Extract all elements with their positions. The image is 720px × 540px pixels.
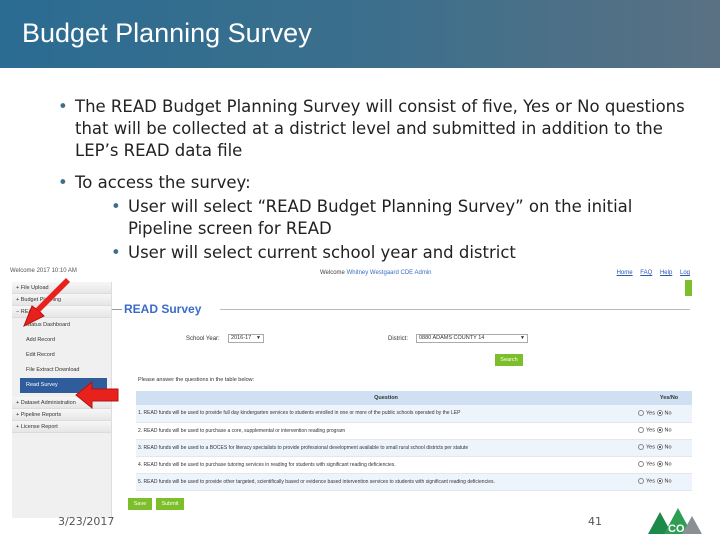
sidebar-item-pipeline-reports[interactable]: + Pipeline Reports bbox=[12, 409, 111, 421]
sidebar-subitem-add-record[interactable]: Add Record bbox=[12, 333, 111, 348]
search-button[interactable]: Search bbox=[495, 354, 523, 366]
sidebar-item-label: License Report bbox=[20, 424, 58, 430]
yes-radio[interactable] bbox=[638, 444, 644, 451]
sidebar-subitem-file-extract[interactable]: File Extract Download bbox=[12, 363, 111, 378]
app-header: Welcome 2017 10:10 AM Welcome Whitney We… bbox=[10, 266, 692, 280]
sidebar-subitem-edit-record[interactable]: Edit Record bbox=[12, 348, 111, 363]
yesno-cell: Yes No bbox=[636, 473, 692, 491]
chevron-down-icon: ▼ bbox=[520, 335, 525, 341]
school-year-label: School Year: bbox=[186, 336, 220, 342]
save-button[interactable]: Save bbox=[128, 498, 152, 510]
sub-bullet-item: User will select “READ Budget Planning S… bbox=[111, 196, 698, 240]
yes-radio[interactable] bbox=[638, 478, 644, 485]
welcome-text: Welcome Whitney Westgaard CDE Admin bbox=[320, 270, 432, 276]
question-text: 4. READ funds will be used to purchase t… bbox=[136, 456, 636, 474]
login-info: Welcome 2017 10:10 AM bbox=[10, 268, 77, 274]
bullet-text: To access the survey: bbox=[75, 173, 251, 192]
bullet-list: The READ Budget Planning Survey will con… bbox=[58, 96, 698, 264]
red-arrow-icon bbox=[23, 278, 70, 328]
district-select[interactable]: 0880 ADAMS COUNTY 14 ▼ bbox=[416, 334, 528, 343]
question-header: Question bbox=[136, 391, 636, 405]
district-value: 0880 ADAMS COUNTY 14 bbox=[419, 335, 485, 341]
yes-label: Yes bbox=[646, 410, 655, 417]
help-link[interactable]: Help bbox=[660, 270, 672, 276]
welcome-user: Whitney Westgaard CDE Admin bbox=[346, 270, 432, 276]
question-text: 3. READ funds will be used to a BOCES fo… bbox=[136, 439, 636, 457]
slide-title: Budget Planning Survey bbox=[22, 18, 312, 48]
school-year-value: 2016-17 bbox=[231, 335, 252, 341]
yesno-cell: Yes No bbox=[636, 456, 692, 474]
yesno-cell: Yes No bbox=[636, 422, 692, 440]
welcome-prefix: Welcome bbox=[320, 270, 345, 276]
slide-title-bar: Budget Planning Survey bbox=[0, 0, 720, 68]
no-label: No bbox=[664, 427, 672, 434]
yesno-cell: Yes No bbox=[636, 405, 692, 423]
table-row: 4. READ funds will be used to purchase t… bbox=[136, 456, 692, 474]
submit-button[interactable]: Submit bbox=[156, 498, 184, 510]
sub-bullet-item: User will select current school year and… bbox=[111, 242, 698, 264]
question-text: 1. READ funds will be used to provide fu… bbox=[136, 405, 636, 423]
no-label: No bbox=[664, 478, 672, 485]
red-arrow-icon bbox=[75, 380, 119, 410]
yes-radio[interactable] bbox=[638, 427, 644, 434]
no-radio[interactable] bbox=[656, 410, 663, 417]
chevron-down-icon: ▼ bbox=[256, 335, 261, 341]
panel-divider bbox=[220, 309, 690, 310]
no-radio[interactable] bbox=[656, 461, 663, 468]
panel-divider bbox=[112, 309, 122, 310]
table-row: 2. READ funds will be used to purchase a… bbox=[136, 422, 692, 440]
table-row: 1. READ funds will be used to provide fu… bbox=[136, 405, 692, 423]
home-link[interactable]: Home bbox=[617, 270, 633, 276]
yesno-cell: Yes No bbox=[636, 439, 692, 457]
yes-label: Yes bbox=[646, 427, 655, 434]
sidebar-item-label: Dataset Administration bbox=[20, 400, 76, 406]
instructions-text: Please answer the questions in the table… bbox=[138, 377, 255, 383]
faq-link[interactable]: FAQ bbox=[640, 270, 652, 276]
yesno-header: Yes/No bbox=[636, 391, 692, 405]
no-label: No bbox=[664, 461, 672, 468]
no-label: No bbox=[664, 410, 672, 417]
no-radio[interactable] bbox=[656, 427, 663, 434]
logout-link[interactable]: Log bbox=[680, 270, 690, 276]
green-tab bbox=[685, 280, 692, 296]
no-radio[interactable] bbox=[656, 478, 663, 485]
bullet-item: The READ Budget Planning Survey will con… bbox=[58, 96, 698, 162]
page-number: 41 bbox=[588, 515, 602, 528]
yes-radio[interactable] bbox=[638, 410, 644, 417]
bullet-item: To access the survey: User will select “… bbox=[58, 172, 698, 264]
no-label: No bbox=[664, 444, 672, 451]
top-links: Home FAQ Help Log bbox=[611, 270, 690, 276]
sidebar-item-label: Pipeline Reports bbox=[20, 412, 62, 418]
table-row: 3. READ funds will be used to a BOCES fo… bbox=[136, 439, 692, 457]
no-radio[interactable] bbox=[656, 444, 663, 451]
question-text: 2. READ funds will be used to purchase a… bbox=[136, 422, 636, 440]
yes-label: Yes bbox=[646, 444, 655, 451]
district-label: District: bbox=[388, 336, 408, 342]
footer-date: 3/23/2017 bbox=[58, 515, 115, 528]
yes-radio[interactable] bbox=[638, 461, 644, 468]
svg-text:CO: CO bbox=[668, 523, 685, 535]
survey-table: Question Yes/No 1. READ funds will be us… bbox=[136, 391, 692, 491]
sidebar-item-license-report[interactable]: + License Report bbox=[12, 421, 111, 433]
yes-label: Yes bbox=[646, 478, 655, 485]
school-year-select[interactable]: 2016-17 ▼ bbox=[228, 334, 264, 343]
table-row: 5. READ funds will be used to provide ot… bbox=[136, 473, 692, 491]
question-text: 5. READ funds will be used to provide ot… bbox=[136, 473, 636, 491]
colorado-logo-icon: CO bbox=[648, 508, 702, 535]
panel-title: READ Survey bbox=[124, 302, 202, 316]
yes-label: Yes bbox=[646, 461, 655, 468]
